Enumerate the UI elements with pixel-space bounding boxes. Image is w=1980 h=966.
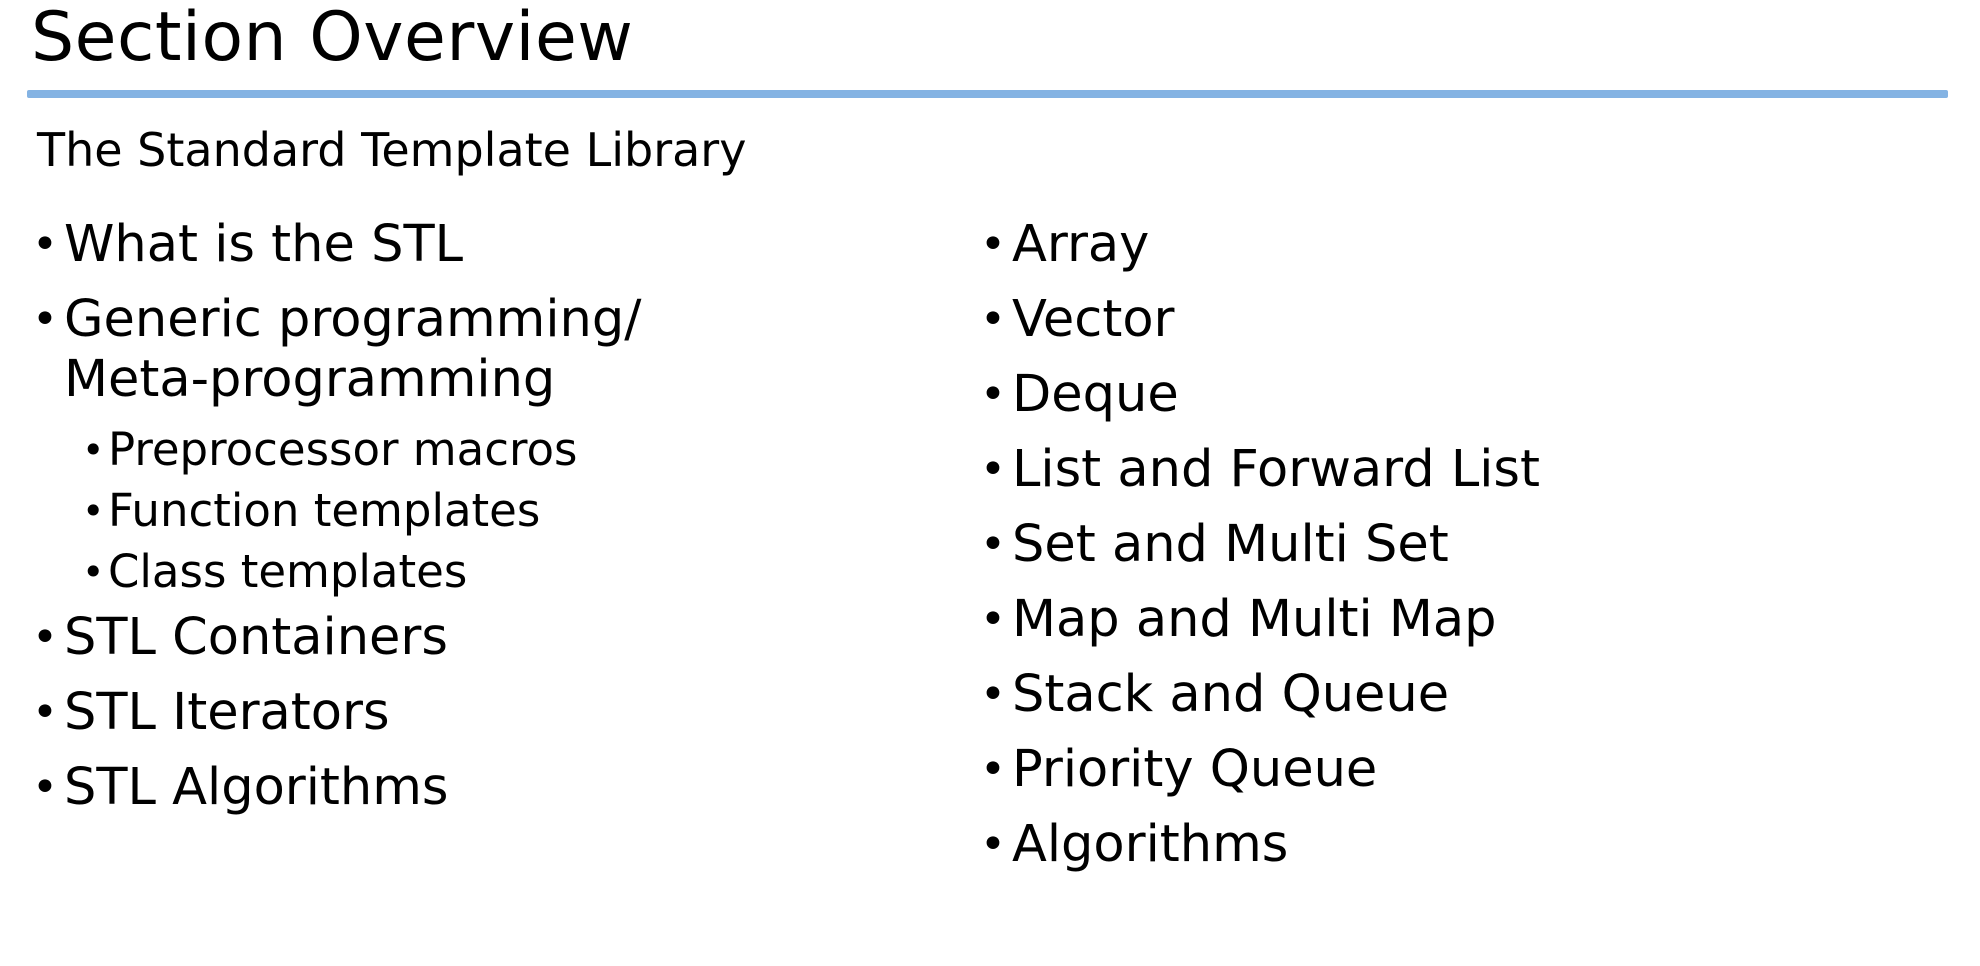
list-item: • Array	[980, 215, 1880, 275]
list-item-label: Set and Multi Set	[1012, 515, 1449, 574]
list-item-label: Deque	[1012, 365, 1179, 424]
list-item-label: Stack and Queue	[1012, 665, 1450, 724]
bullet-icon: •	[980, 819, 1006, 870]
list-item-label: What is the STL	[64, 215, 464, 274]
list-item-label: Class templates	[108, 545, 468, 598]
list-item-label: Map and Multi Map	[1012, 590, 1497, 649]
slide-title: Section Overview	[31, 0, 634, 77]
list-item: • STL Algorithms	[32, 758, 932, 818]
bullet-icon: •	[980, 669, 1006, 720]
bullet-icon: •	[980, 219, 1006, 270]
list-item: • Vector	[980, 290, 1880, 350]
list-item: • Deque	[980, 365, 1880, 425]
list-item-label: Generic programming/ Meta-programming	[64, 290, 642, 409]
list-item-label: Function templates	[108, 484, 541, 537]
bullet-icon: •	[32, 762, 58, 813]
sub-list-item: • Class templates	[82, 547, 932, 597]
bullet-icon: •	[980, 369, 1006, 420]
list-item: • STL Iterators	[32, 683, 932, 743]
sub-list-item: • Function templates	[82, 486, 932, 536]
right-bullet-list: • Array • Vector • Deque • List and Forw…	[980, 215, 1880, 890]
list-item-label: Algorithms	[1012, 815, 1289, 874]
bullet-icon: •	[32, 612, 58, 663]
title-underline	[27, 90, 1948, 98]
sub-list-item: • Preprocessor macros	[82, 425, 932, 475]
list-item: • Set and Multi Set	[980, 515, 1880, 575]
list-item-label: Vector	[1012, 290, 1175, 349]
list-item: • Algorithms	[980, 815, 1880, 875]
list-item: • Map and Multi Map	[980, 590, 1880, 650]
bullet-icon: •	[32, 219, 58, 270]
bullet-icon: •	[980, 519, 1006, 570]
list-item-label: Priority Queue	[1012, 740, 1378, 799]
list-item-label: Array	[1012, 215, 1150, 274]
list-item-label: STL Containers	[64, 608, 448, 667]
bullet-icon: •	[980, 594, 1006, 645]
bullet-icon: •	[32, 687, 58, 738]
list-item: • List and Forward List	[980, 440, 1880, 500]
list-item: • Priority Queue	[980, 740, 1880, 800]
bullet-icon: •	[980, 444, 1006, 495]
list-item: • What is the STL	[32, 215, 932, 275]
bullet-icon: •	[980, 294, 1006, 345]
left-bullet-list: • What is the STL • Generic programming/…	[32, 215, 932, 833]
bullet-icon: •	[82, 428, 105, 472]
list-item-label: Preprocessor macros	[108, 423, 578, 476]
bullet-icon: •	[82, 550, 105, 594]
list-item-label: STL Algorithms	[64, 758, 449, 817]
list-item: • Generic programming/ Meta-programming	[32, 290, 932, 410]
slide-subtitle: The Standard Template Library	[37, 123, 747, 177]
list-item-label: List and Forward List	[1012, 440, 1540, 499]
list-item: • Stack and Queue	[980, 665, 1880, 725]
slide: Section Overview The Standard Template L…	[0, 0, 1980, 966]
bullet-icon: •	[980, 744, 1006, 795]
list-item-label: STL Iterators	[64, 683, 390, 742]
list-item: • STL Containers	[32, 608, 932, 668]
bullet-icon: •	[32, 294, 58, 345]
bullet-icon: •	[82, 489, 105, 533]
